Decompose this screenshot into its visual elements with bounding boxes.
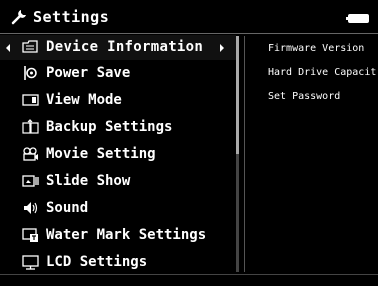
power-save-icon [22,65,39,81]
left-arrow-icon [6,44,10,52]
backup-icon [22,119,39,135]
panel-divider [244,36,245,272]
view-mode-icon [22,92,39,108]
battery-icon [346,14,369,23]
menu-item-sound[interactable]: Sound [0,196,236,221]
device-info-icon [22,39,39,55]
slideshow-icon [22,173,39,189]
submenu-panel: Firmware Version Hard Drive Capacit Set … [252,34,378,274]
menu-item-label: Sound [46,200,89,216]
submenu-item-firmware-version[interactable]: Firmware Version [268,43,364,54]
menu-item-label: Slide Show [46,173,131,189]
menu-item-movie-setting[interactable]: Movie Setting [0,142,236,167]
menu-item-label: Power Save [46,65,131,81]
page-title: Settings [33,8,110,26]
scrollbar-thumb[interactable] [236,36,239,154]
menu-item-label: Device Information [46,39,204,55]
submenu-item-hard-drive-capacity[interactable]: Hard Drive Capacit [268,67,376,78]
menu-item-label: Backup Settings [46,119,173,135]
menu-item-water-mark-settings[interactable]: Water Mark Settings [0,223,236,248]
speaker-icon [22,200,39,216]
menu-item-label: Water Mark Settings [46,227,207,243]
menu-item-device-information[interactable]: Device Information [0,35,236,60]
menu-item-label: View Mode [46,92,122,108]
menu-item-lcd-settings[interactable]: LCD Settings [0,250,236,275]
menu-item-label: Movie Setting [46,146,156,162]
watermark-icon [22,227,39,243]
footer-divider [0,274,378,275]
menu-item-slide-show[interactable]: Slide Show [0,169,236,194]
menu-item-label: LCD Settings [46,254,148,270]
lcd-icon [22,254,39,270]
menu-item-view-mode[interactable]: View Mode [0,88,236,113]
menu-item-power-save[interactable]: Power Save [0,61,236,86]
submenu-item-set-password[interactable]: Set Password [268,91,340,102]
wrench-icon [10,8,28,26]
settings-menu: Device Information Power Save View Mode [0,34,236,274]
right-arrow-icon [220,44,224,52]
menu-item-backup-settings[interactable]: Backup Settings [0,115,236,140]
movie-icon [22,146,39,162]
header-bar: Settings [0,0,378,34]
